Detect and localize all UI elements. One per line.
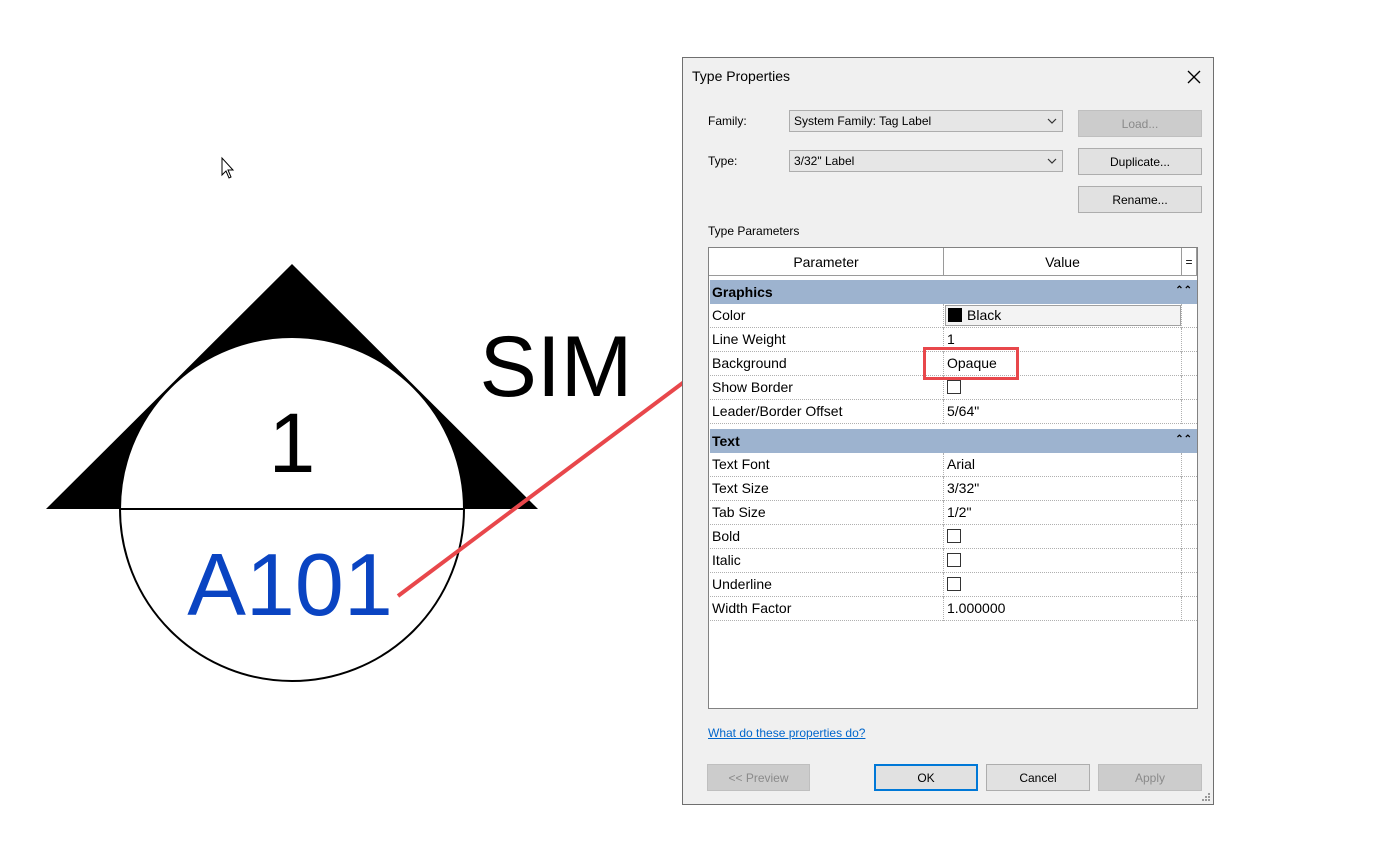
param-row[interactable]: Text Size 3/32" — [710, 477, 1197, 501]
param-value: 3/32" — [947, 480, 980, 496]
dialog-title: Type Properties — [692, 68, 791, 84]
highlight-box — [923, 347, 1019, 380]
param-name: Underline — [712, 576, 772, 592]
tag-number: 1 — [269, 396, 316, 490]
param-row[interactable]: Width Factor 1.000000 — [710, 597, 1197, 621]
ok-button[interactable]: OK — [874, 764, 978, 791]
family-select-value: System Family: Tag Label — [794, 114, 932, 128]
load-button[interactable]: Load... — [1078, 110, 1202, 137]
family-select[interactable]: System Family: Tag Label — [789, 110, 1063, 132]
type-select-value: 3/32" Label — [794, 154, 855, 168]
param-row[interactable]: Color Black — [710, 304, 1197, 328]
param-name: Leader/Border Offset — [712, 403, 843, 419]
chevron-down-icon — [1047, 118, 1057, 124]
sheet-number: A101 — [187, 535, 393, 634]
help-link[interactable]: What do these properties do? — [708, 726, 865, 740]
color-value-button[interactable]: Black — [945, 305, 1181, 326]
collapse-icon: ⌃⌃ — [1175, 285, 1192, 296]
type-parameters-label: Type Parameters — [708, 224, 800, 238]
type-label: Type: — [708, 154, 738, 168]
duplicate-button[interactable]: Duplicate... — [1078, 148, 1202, 175]
underline-checkbox[interactable] — [947, 577, 961, 591]
param-row[interactable]: Leader/Border Offset 5/64" — [710, 400, 1197, 424]
param-name: Color — [712, 307, 746, 323]
param-name: Background — [712, 355, 787, 371]
param-name: Italic — [712, 552, 741, 568]
close-button[interactable] — [1179, 64, 1209, 90]
param-name: Width Factor — [712, 600, 792, 616]
param-value: 1.000000 — [947, 600, 1006, 616]
preview-button[interactable]: << Preview — [707, 764, 810, 791]
apply-button[interactable]: Apply — [1098, 764, 1202, 791]
close-icon — [1187, 70, 1201, 84]
cancel-button[interactable]: Cancel — [986, 764, 1090, 791]
param-name: Tab Size — [712, 504, 766, 520]
mouse-cursor-icon — [221, 156, 235, 179]
group-title: Graphics — [712, 284, 773, 300]
bold-checkbox[interactable] — [947, 529, 961, 543]
param-name: Line Weight — [712, 331, 786, 347]
param-row[interactable]: Italic — [710, 549, 1197, 573]
param-row[interactable]: Bold — [710, 525, 1197, 549]
type-properties-dialog: Type Properties Family: System Family: T… — [682, 57, 1214, 805]
collapse-icon: ⌃⌃ — [1175, 434, 1192, 445]
sim-label: SIM — [480, 319, 633, 415]
column-header-parameter[interactable]: Parameter — [709, 248, 944, 276]
param-row[interactable]: Tab Size 1/2" — [710, 501, 1197, 525]
param-row[interactable]: Underline — [710, 573, 1197, 597]
italic-checkbox[interactable] — [947, 553, 961, 567]
group-title: Text — [712, 433, 740, 449]
param-name: Text Size — [712, 480, 769, 496]
param-row[interactable]: Text Font Arial — [710, 453, 1197, 477]
type-select[interactable]: 3/32" Label — [789, 150, 1063, 172]
color-swatch — [948, 308, 962, 322]
group-header-graphics[interactable]: Graphics ⌃⌃ — [710, 280, 1197, 304]
param-value: 5/64" — [947, 403, 980, 419]
column-header-value[interactable]: Value — [944, 248, 1182, 276]
rename-button[interactable]: Rename... — [1078, 186, 1202, 213]
param-value: 1/2" — [947, 504, 972, 520]
parameters-grid: Parameter Value = Graphics ⌃⌃ Color Blac… — [708, 247, 1198, 709]
param-value: Black — [967, 307, 1002, 323]
show-border-checkbox[interactable] — [947, 380, 961, 394]
resize-grip-icon[interactable] — [1201, 792, 1211, 802]
group-header-text[interactable]: Text ⌃⌃ — [710, 429, 1197, 453]
column-header-extra[interactable]: = — [1182, 248, 1197, 276]
family-label: Family: — [708, 114, 747, 128]
param-value: Arial — [947, 456, 976, 472]
param-name: Text Font — [712, 456, 770, 472]
param-value: 1 — [947, 331, 955, 347]
chevron-down-icon — [1047, 158, 1057, 164]
param-name: Show Border — [712, 379, 793, 395]
param-name: Bold — [712, 528, 741, 544]
